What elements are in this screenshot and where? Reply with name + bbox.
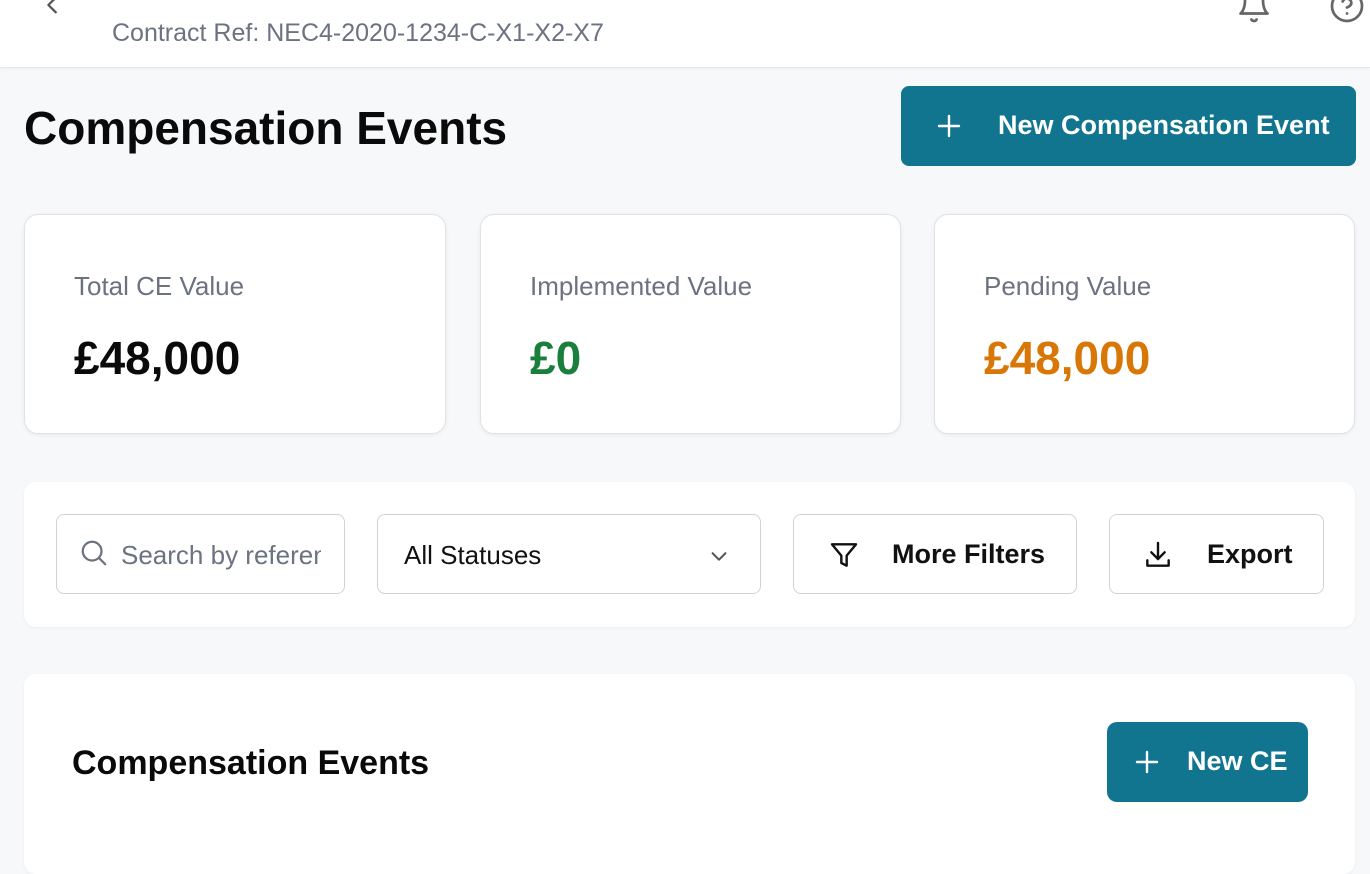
- implemented-value-card: Implemented Value £0: [480, 214, 901, 434]
- status-select[interactable]: All Statuses: [377, 514, 761, 594]
- implemented-value-label: Implemented Value: [530, 271, 753, 301]
- search-input[interactable]: [121, 533, 321, 577]
- pending-value-label: Pending Value: [984, 271, 1152, 301]
- chevron-left-icon: [47, 0, 57, 14]
- top-header: Contract Ref: NEC4-2020-1234-C-X1-X2-X7: [0, 0, 1370, 68]
- pending-value-card: Pending Value £48,000: [934, 214, 1355, 434]
- help-circle-icon: [1330, 0, 1364, 23]
- search-icon: [81, 540, 107, 566]
- total-ce-value-label: Total CE Value: [74, 271, 245, 301]
- help-button[interactable]: [1327, 0, 1367, 26]
- more-filters-label: More Filters: [892, 539, 1046, 569]
- list-title: Compensation Events: [72, 744, 430, 782]
- back-button[interactable]: [38, 0, 68, 20]
- new-compensation-event-label: New Compensation Event: [998, 110, 1330, 140]
- contract-ref: Contract Ref: NEC4-2020-1234-C-X1-X2-X7: [112, 19, 604, 47]
- bell-icon: [1239, 0, 1269, 23]
- new-ce-label: New CE: [1187, 746, 1288, 776]
- search-field[interactable]: [56, 514, 345, 594]
- implemented-value: £0: [530, 332, 582, 384]
- download-icon: [1146, 541, 1170, 567]
- more-filters-button[interactable]: More Filters: [793, 514, 1077, 594]
- plus-icon: [937, 114, 961, 138]
- page-title: Compensation Events: [24, 102, 508, 154]
- export-label: Export: [1207, 539, 1293, 569]
- notifications-button[interactable]: [1234, 0, 1274, 26]
- chevron-down-icon: [711, 552, 727, 561]
- export-button[interactable]: Export: [1109, 514, 1324, 594]
- pending-value: £48,000: [984, 332, 1151, 384]
- total-ce-value-card: Total CE Value £48,000: [24, 214, 446, 434]
- total-ce-value: £48,000: [74, 332, 241, 384]
- filter-icon: [830, 543, 858, 567]
- new-ce-button[interactable]: New CE: [1107, 722, 1308, 802]
- new-compensation-event-button[interactable]: New Compensation Event: [901, 86, 1356, 166]
- status-select-value: All Statuses: [404, 540, 542, 570]
- plus-icon: [1135, 750, 1159, 774]
